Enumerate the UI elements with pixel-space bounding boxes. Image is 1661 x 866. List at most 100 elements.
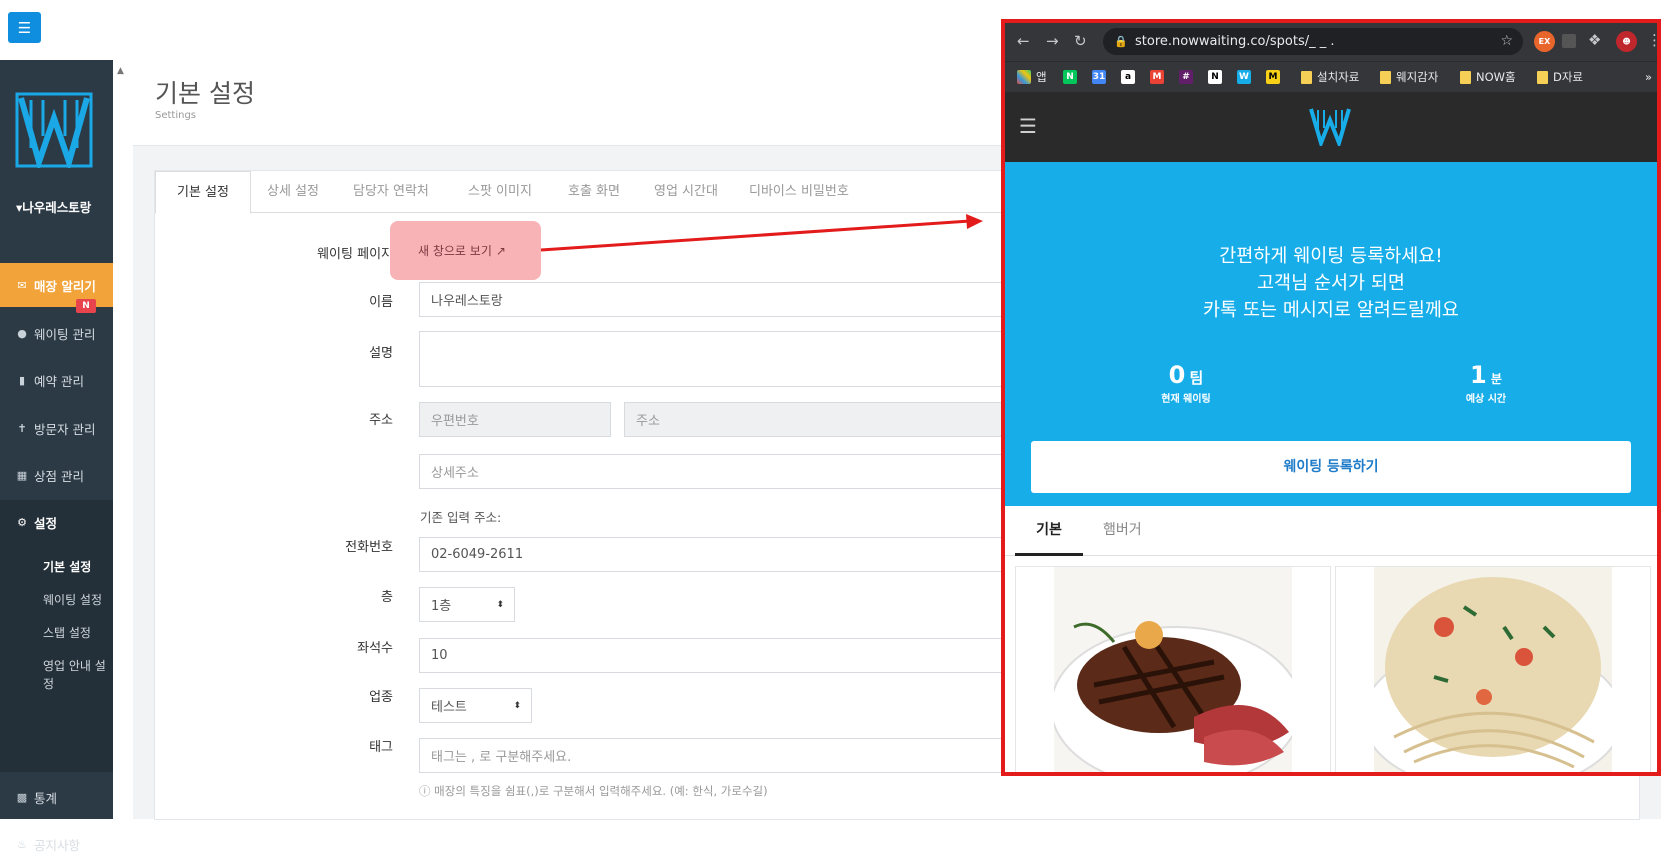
seats-input[interactable]: 10 (419, 638, 1019, 673)
zipcode-input[interactable]: 우편번호 (419, 402, 611, 437)
users-icon: ● (17, 326, 27, 340)
folder-icon (1537, 70, 1548, 84)
brand-logo (15, 92, 93, 168)
scroll-up-arrow-icon[interactable]: ▲ (117, 66, 124, 76)
bookmark-apps[interactable]: 앱 (1017, 68, 1047, 86)
more-bookmarks-icon[interactable]: » (1645, 68, 1652, 86)
name-input[interactable]: 나우레스토랑 (419, 282, 1019, 317)
folder-icon (1380, 70, 1391, 84)
sidebar-sub-business-info[interactable]: 영업 안내 설정 (43, 657, 109, 693)
menu-item-card[interactable] (1015, 566, 1331, 772)
tab-call-screen[interactable]: 호출 화면 (547, 171, 641, 213)
external-link-icon: ↗ (495, 243, 506, 258)
bookmark-folder[interactable]: 설치자료 (1301, 68, 1359, 86)
tab-business-hours[interactable]: 영업 시간대 (633, 171, 739, 213)
back-icon[interactable]: ← (1017, 32, 1030, 50)
floor-select[interactable]: 1층 ⬍ (419, 587, 515, 622)
address-label: 주소 (369, 413, 393, 428)
folder-icon (1301, 70, 1312, 84)
bookmark-favicon[interactable]: M (1150, 68, 1164, 86)
hamburger-icon: ☰ (17, 18, 32, 37)
forward-icon[interactable]: → (1046, 32, 1059, 50)
address-input[interactable]: 주소 (624, 402, 1019, 437)
category-label: 업종 (369, 690, 393, 705)
menu-item-card[interactable] (1335, 566, 1651, 772)
bookmark-favicon[interactable]: W (1237, 68, 1251, 86)
description-textarea[interactable] (419, 331, 1019, 387)
menu-category-tabs: 기본 햄버거 (1005, 506, 1657, 556)
steak-image (1054, 567, 1292, 772)
page-title: 기본 설정 (155, 79, 255, 108)
hero-banner: 간편하게 웨이팅 등록하세요! 고객님 순서가 되면 카톡 또는 메시지로 알려… (1005, 162, 1657, 506)
sidebar-sub-waiting-settings[interactable]: 웨이팅 설정 (43, 591, 109, 609)
store-selector[interactable]: ▾나우레스토랑 (16, 198, 108, 217)
pasta-image (1374, 567, 1612, 772)
address-bar[interactable]: 🔒 store.nowwaiting.co/spots/_ _ . ☆ (1103, 28, 1523, 55)
sidebar-item-settings[interactable]: ⚙ 설정 (0, 500, 113, 544)
bookmark-favicon[interactable]: # (1179, 68, 1193, 86)
more-menu-icon[interactable]: ⋮ (1647, 31, 1657, 49)
tab-basic[interactable]: 기본 설정 (155, 171, 251, 214)
sidebar-sub-staff-settings[interactable]: 스탭 설정 (43, 624, 109, 642)
current-waiting-stat: 0 팀 현재 웨이팅 (1161, 361, 1211, 405)
tab-basic-menu[interactable]: 기본 (1015, 506, 1083, 556)
tab-spot-image[interactable]: 스팟 이미지 (447, 171, 553, 213)
tab-detail[interactable]: 상세 설정 (246, 171, 340, 213)
sidebar-sub-basic-settings[interactable]: 기본 설정 (43, 558, 109, 576)
description-label: 설명 (369, 346, 393, 361)
brand-logo (1309, 108, 1351, 146)
sidebar-item-visitors[interactable]: ✝ 방문자 관리 (0, 406, 113, 450)
hamburger-icon[interactable]: ☰ (1019, 114, 1037, 138)
sidebar-item-notice[interactable]: ♨ 공지사항 (0, 822, 113, 866)
floor-label: 층 (381, 590, 393, 605)
bookmark-favicon[interactable]: N (1063, 68, 1077, 86)
sidebar-item-promote[interactable]: ✉ 매장 알리기 N (0, 263, 113, 313)
reload-icon[interactable]: ↻ (1074, 32, 1087, 50)
bookmark-favicon[interactable]: N (1208, 68, 1222, 86)
extension-icon[interactable] (1562, 34, 1576, 48)
seats-label: 좌석수 (357, 641, 393, 656)
tab-device-password[interactable]: 디바이스 비밀번호 (728, 171, 870, 213)
menu-toggle-button[interactable]: ☰ (8, 12, 41, 43)
bell-icon: ♨ (17, 837, 27, 851)
sidebar: ▾나우레스토랑 ✉ 매장 알리기 N ● 웨이팅 관리 ▮ 예약 관리 ✝ 방문… (0, 60, 113, 853)
extension-icon[interactable]: EX (1534, 31, 1555, 52)
megaphone-icon: ✉ (17, 278, 27, 292)
gear-icon: ⚙ (17, 515, 27, 529)
bookmark-favicon[interactable]: 31 (1092, 68, 1106, 86)
tab-contact[interactable]: 담당자 연락처 (332, 171, 450, 213)
bookmark-folder[interactable]: 웨지감자 (1380, 68, 1438, 86)
bookmark-star-icon[interactable]: ☆ (1500, 28, 1513, 55)
tab-hamburger[interactable]: 햄버거 (1103, 506, 1142, 556)
phone-label: 전화번호 (345, 540, 393, 555)
puzzle-icon[interactable]: ❖ (1588, 31, 1601, 49)
name-label: 이름 (369, 295, 393, 310)
open-new-window-button[interactable]: 새 창으로 보기 ↗ (390, 221, 541, 280)
sidebar-item-store[interactable]: ▦ 상점 관리 (0, 453, 113, 497)
select-arrows-icon: ⬍ (496, 599, 504, 610)
tag-input[interactable]: 태그는 , 로 구분해주세요. (419, 738, 1019, 773)
register-waiting-button[interactable]: 웨이팅 등록하기 (1031, 441, 1631, 493)
tag-help-text: ⓘ 매장의 특징을 쉼표(,)로 구분해서 입력해주세요. (예: 한식, 가로… (419, 784, 768, 798)
phone-input[interactable]: 02-6049-2611 (419, 537, 1019, 572)
sidebar-item-waiting[interactable]: ● 웨이팅 관리 (0, 311, 113, 355)
select-arrows-icon: ⬍ (513, 700, 521, 711)
sidebar-item-reservation[interactable]: ▮ 예약 관리 (0, 358, 113, 402)
building-icon: ▦ (16, 468, 28, 482)
browser-window: ← → ↻ 🔒 store.nowwaiting.co/spots/_ _ . … (1001, 19, 1661, 776)
lock-icon: 🔒 (1114, 35, 1128, 48)
profile-avatar[interactable]: ☻ (1616, 31, 1637, 52)
browser-toolbar: ← → ↻ 🔒 store.nowwaiting.co/spots/_ _ . … (1005, 23, 1657, 61)
category-select[interactable]: 테스트 ⬍ (419, 688, 532, 723)
info-icon: ⓘ (419, 784, 431, 798)
bookmark-folder[interactable]: NOW홈 (1460, 68, 1516, 86)
bookmark-favicon[interactable]: M (1266, 68, 1280, 86)
existing-address-text: 기존 입력 주소: (420, 510, 502, 525)
bookmark-favicon[interactable]: a (1121, 68, 1135, 86)
apps-grid-icon (1017, 70, 1031, 84)
bar-chart-icon: ▩ (16, 790, 28, 804)
bookmark-folder[interactable]: D자료 (1537, 68, 1583, 86)
detail-address-input[interactable]: 상세주소 (419, 454, 1019, 489)
sidebar-item-stats[interactable]: ▩ 통계 (0, 775, 113, 819)
folder-icon (1460, 70, 1471, 84)
